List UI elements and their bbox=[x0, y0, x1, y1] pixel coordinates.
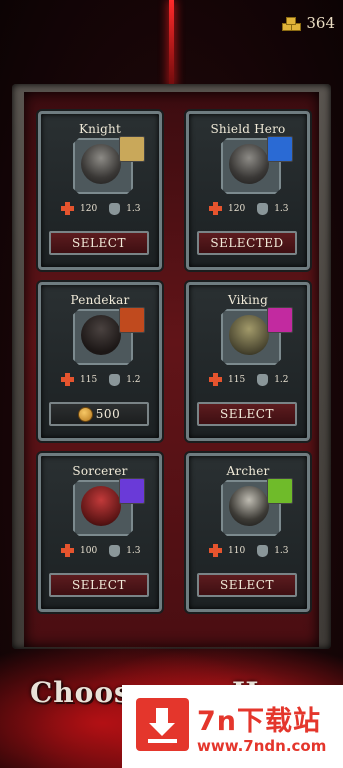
hero-name: Pendekar bbox=[70, 293, 130, 307]
hero-stats: 120 1.3 bbox=[209, 202, 293, 215]
gold-bars-icon bbox=[282, 15, 302, 31]
health-value: 115 bbox=[228, 374, 246, 385]
download-logo-icon bbox=[136, 698, 189, 751]
select-button[interactable]: SELECT bbox=[49, 573, 149, 597]
currency-display: 364 bbox=[282, 14, 335, 32]
hero-name: Archer bbox=[226, 464, 270, 478]
health-icon bbox=[61, 373, 74, 386]
sword-icon bbox=[119, 136, 145, 162]
bow-icon bbox=[267, 478, 293, 504]
sorcerer-portrait bbox=[81, 486, 121, 526]
armor-icon bbox=[257, 544, 269, 557]
health-value: 100 bbox=[80, 545, 98, 556]
coin-icon bbox=[77, 406, 93, 422]
archer-portrait bbox=[229, 486, 269, 526]
axe-icon bbox=[267, 307, 293, 333]
hero-name: Viking bbox=[227, 293, 268, 307]
select-button[interactable]: SELECT bbox=[197, 573, 297, 597]
blade-icon bbox=[119, 307, 145, 333]
watermark-url: www.7ndn.com bbox=[197, 737, 327, 755]
armor-value: 1.3 bbox=[274, 545, 289, 556]
armor-value: 1.2 bbox=[274, 374, 289, 385]
armor-value: 1.3 bbox=[274, 203, 289, 214]
armor-value: 1.3 bbox=[126, 203, 141, 214]
health-icon bbox=[61, 544, 74, 557]
health-value: 115 bbox=[80, 374, 98, 385]
armor-icon bbox=[257, 202, 269, 215]
hero-stats: 115 1.2 bbox=[61, 373, 145, 386]
watermark-title: 7n下载站 bbox=[197, 706, 322, 737]
watermark-banner: 7n下载站 www.7ndn.com bbox=[122, 685, 343, 768]
hero-stats: 115 1.2 bbox=[209, 373, 293, 386]
armor-icon bbox=[109, 544, 121, 557]
shield-hero-portrait bbox=[229, 144, 269, 184]
armor-icon bbox=[257, 373, 269, 386]
armor-value: 1.3 bbox=[126, 545, 141, 556]
select-button[interactable]: SELECT bbox=[197, 402, 297, 426]
currency-amount: 364 bbox=[306, 14, 335, 32]
health-icon bbox=[61, 202, 74, 215]
hero-card-pendekar[interactable]: Pendekar 115 1.2 500 bbox=[38, 282, 162, 441]
hero-stats: 120 1.3 bbox=[61, 202, 145, 215]
health-icon bbox=[209, 202, 222, 215]
hero-card-knight[interactable]: Knight 120 1.3 SELECT bbox=[38, 111, 162, 270]
shield-icon bbox=[267, 136, 293, 162]
hero-name: Sorcerer bbox=[72, 464, 128, 478]
hero-name: Knight bbox=[79, 122, 121, 136]
hero-card-archer[interactable]: Archer 110 1.3 SELECT bbox=[186, 453, 310, 612]
selected-button[interactable]: SELECTED bbox=[197, 231, 297, 255]
hero-card-viking[interactable]: Viking 115 1.2 SELECT bbox=[186, 282, 310, 441]
hero-stats: 110 1.3 bbox=[209, 544, 293, 557]
price-value: 500 bbox=[95, 407, 121, 421]
armor-icon bbox=[109, 202, 121, 215]
pendekar-portrait bbox=[81, 315, 121, 355]
armor-value: 1.2 bbox=[126, 374, 141, 385]
select-button[interactable]: SELECT bbox=[49, 231, 149, 255]
knight-portrait bbox=[81, 144, 121, 184]
hero-name: Shield Hero bbox=[210, 122, 286, 136]
hero-stats: 100 1.3 bbox=[61, 544, 145, 557]
armor-icon bbox=[109, 373, 121, 386]
staff-icon bbox=[119, 478, 145, 504]
health-value: 110 bbox=[228, 545, 246, 556]
health-icon bbox=[209, 373, 222, 386]
viking-portrait bbox=[229, 315, 269, 355]
buy-button[interactable]: 500 bbox=[49, 402, 149, 426]
hero-card-shield-hero[interactable]: Shield Hero 120 1.3 SELECTED bbox=[186, 111, 310, 270]
hero-card-sorcerer[interactable]: Sorcerer 100 1.3 SELECT bbox=[38, 453, 162, 612]
health-value: 120 bbox=[228, 203, 246, 214]
heading-left: Choos bbox=[30, 676, 131, 709]
red-light-beam bbox=[169, 0, 174, 88]
health-icon bbox=[209, 544, 222, 557]
health-value: 120 bbox=[80, 203, 98, 214]
